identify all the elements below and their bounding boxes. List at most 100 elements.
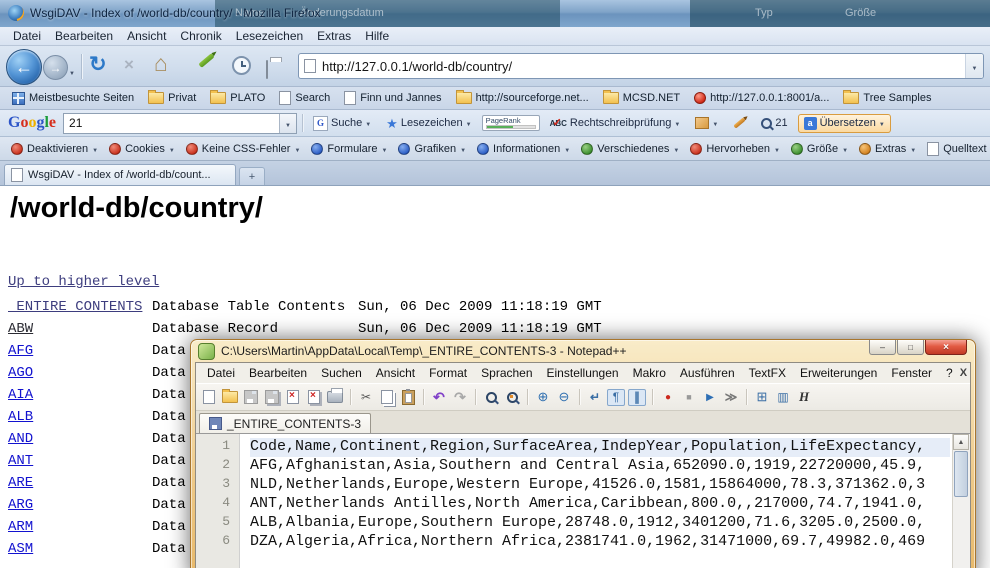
np-menu-sprachen[interactable]: Sprachen [474,364,539,382]
print-button[interactable] [266,60,268,79]
spellcheck-button[interactable]: Rechtschreibprüfung [545,115,686,131]
dir-link-ant[interactable]: ANT [8,450,33,472]
copy-icon[interactable] [378,389,396,406]
new-tab-button[interactable]: + [239,167,265,185]
find-icon[interactable] [482,389,500,406]
dir-link-arg[interactable]: ARG [8,494,33,516]
run-macro-multiple-icon[interactable] [722,389,740,406]
record-macro-icon[interactable] [659,389,677,406]
close-all-icon[interactable] [305,389,323,406]
save-icon[interactable] [242,389,260,406]
dir-link-ago[interactable]: AGO [8,362,33,384]
np-menu-suchen[interactable]: Suchen [314,364,369,382]
undo-icon[interactable] [430,389,448,406]
open-file-icon[interactable] [221,389,239,406]
docs-grid-icon[interactable] [753,389,771,406]
url-dropdown-button[interactable] [965,54,983,78]
menu-chronik[interactable]: Chronik [173,29,228,43]
scrollbar-up-button[interactable]: ▲ [953,434,969,450]
home-button[interactable] [154,50,168,77]
minimize-button[interactable]: – [869,340,896,355]
np-menu-format[interactable]: Format [422,364,474,382]
np-tab-entire-contents[interactable]: _ENTIRE_CONTENTS-3 [199,413,371,433]
menu-datei[interactable]: Datei [6,29,48,43]
webdev-informationen[interactable]: Informationen [472,141,575,157]
dir-link-arm[interactable]: ARM [8,516,33,538]
np-menu-ausfuehren[interactable]: Ausführen [673,364,742,382]
bookmark-search[interactable]: Search [273,89,336,107]
menu-ansicht[interactable]: Ansicht [120,29,173,43]
notepadpp-titlebar[interactable]: C:\Users\Martin\AppData\Local\Temp\_ENTI… [191,340,975,362]
close-button[interactable]: × [925,340,967,355]
dir-link-afg[interactable]: AFG [8,340,33,362]
np-menu-textfx[interactable]: TextFX [742,364,793,382]
editor-text-area[interactable]: Code,Name,Continent,Region,SurfaceArea,I… [240,434,952,568]
firefox-titlebar[interactable]: Name Änderungsdatum Typ Größe WsgiDAV - … [0,0,990,28]
webdev-formulare[interactable]: Formulare [306,141,392,157]
indent-guide-icon[interactable] [628,389,646,406]
bookmark-privat[interactable]: Privat [142,90,202,106]
webdev-grafiken[interactable]: Grafiken [393,141,471,157]
np-menu-bearbeiten[interactable]: Bearbeiten [242,364,314,382]
zoom-in-icon[interactable] [534,389,552,406]
stop-button[interactable] [124,55,134,75]
webdev-groesse[interactable]: Größe [786,141,853,157]
np-menu-fenster[interactable]: Fenster [884,364,939,382]
close-file-icon[interactable] [284,389,302,406]
html-preview-icon[interactable] [795,389,813,406]
np-menu-makro[interactable]: Makro [626,364,673,382]
google-search-button[interactable]: Suche [308,114,376,133]
np-menu-einstellungen[interactable]: Einstellungen [540,364,626,382]
dir-link-alb[interactable]: ALB [8,406,33,428]
np-menu-erweiterungen[interactable]: Erweiterungen [793,364,884,382]
webdev-extras[interactable]: Extras [854,141,921,157]
dir-link-abw[interactable]: ABW [8,318,33,340]
show-all-characters-icon[interactable] [607,389,625,406]
url-text[interactable]: http://127.0.0.1/world-db/country/ [322,59,965,74]
editor-scrollbar[interactable]: ▲ [952,434,970,568]
zoom-out-icon[interactable] [555,389,573,406]
webdev-hervorheben[interactable]: Hervorheben [685,141,785,157]
bookmark-plato[interactable]: PLATO [204,90,271,106]
notepadpp-editor[interactable]: 1 2 3 4 5 6 Code,Name,Continent,Region,S… [196,433,970,568]
new-file-icon[interactable] [200,389,218,406]
autofill-button[interactable] [728,119,751,127]
tab-wsgidav[interactable]: WsgiDAV - Index of /world-db/count... [4,164,236,185]
menu-lesezeichen[interactable]: Lesezeichen [229,29,310,43]
webdev-deaktivieren[interactable]: Deaktivieren [6,141,103,157]
menu-bearbeiten[interactable]: Bearbeiten [48,29,120,43]
paste-icon[interactable] [399,389,417,406]
maximize-button[interactable]: □ [897,340,924,355]
stop-macro-icon[interactable] [680,389,698,406]
webdev-quelltext[interactable]: Quelltext [922,140,990,158]
pagerank-widget[interactable]: PageRank [482,115,540,131]
clock-icon[interactable] [232,56,251,75]
forward-button[interactable] [43,55,68,80]
bookmark-meistbesuchte-seiten[interactable]: Meistbesuchte Seiten [6,90,140,107]
webdev-cookies[interactable]: Cookies [104,141,180,157]
play-macro-icon[interactable] [701,389,719,406]
history-dropdown-icon[interactable] [69,62,75,80]
bookmark-localhost-8001[interactable]: http://127.0.0.1:8001/a... [688,90,835,106]
dir-link-entire-contents[interactable]: ENTIRE CONTENTS [8,296,142,318]
translate-button[interactable]: Übersetzen [798,114,891,133]
webdev-verschiedenes[interactable]: Verschiedenes [576,141,684,157]
bookmark-tree-samples[interactable]: Tree Samples [837,90,937,106]
np-menu-ansicht[interactable]: Ansicht [369,364,422,382]
highlight-button[interactable]: 21 [756,115,792,131]
bookmark-sourceforge[interactable]: http://sourceforge.net... [450,90,595,106]
webdev-css-fehler[interactable]: Keine CSS-Fehler [181,141,306,157]
menu-hilfe[interactable]: Hilfe [358,29,396,43]
reload-button[interactable] [89,52,107,77]
bookmark-mcsd-net[interactable]: MCSD.NET [597,90,686,106]
np-menu-close-x[interactable]: X [960,367,971,379]
google-search-box[interactable]: 21 [63,113,297,134]
save-all-icon[interactable] [263,389,281,406]
cut-icon[interactable] [357,389,375,406]
dir-link-asm[interactable]: ASM [8,538,33,560]
url-bar[interactable]: http://127.0.0.1/world-db/country/ [298,53,984,79]
notepadpp-window[interactable]: C:\Users\Martin\AppData\Local\Temp\_ENTI… [190,339,976,568]
np-menu-help[interactable]: ? [939,364,960,382]
google-search-value[interactable]: 21 [64,116,279,130]
green-pen-icon[interactable] [198,53,214,68]
